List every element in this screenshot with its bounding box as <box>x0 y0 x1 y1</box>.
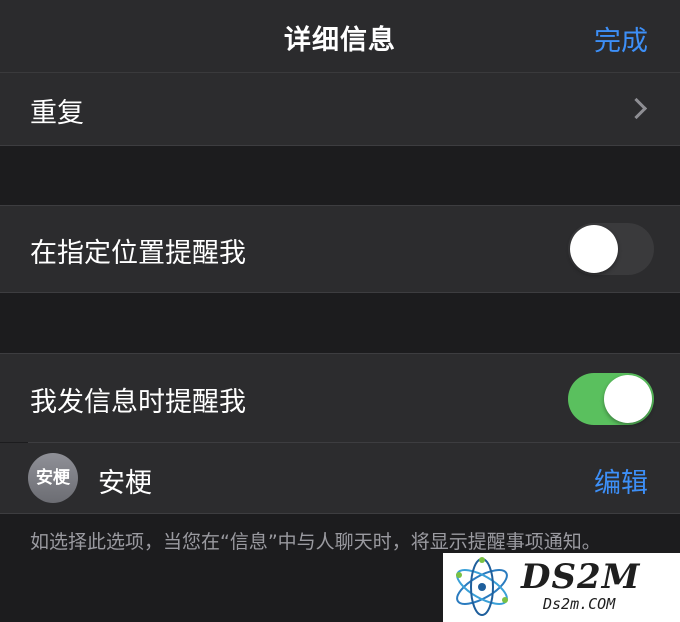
divider <box>0 145 680 146</box>
toggle-knob <box>604 375 652 423</box>
location-reminder-row: 在指定位置提醒我 <box>0 206 680 292</box>
message-reminder-label: 我发信息时提醒我 <box>30 387 246 418</box>
message-reminder-row: 我发信息时提醒我 <box>0 354 680 442</box>
done-button[interactable]: 完成 <box>594 19 648 58</box>
contact-row: 安梗 安梗 编辑 <box>0 443 680 513</box>
repeat-row[interactable]: 重复 <box>0 73 680 145</box>
toggle-knob <box>570 225 618 273</box>
message-reminder-toggle[interactable] <box>568 373 654 425</box>
watermark-domain: Ds2m.COM <box>543 595 616 613</box>
page-title: 详细信息 <box>284 25 396 56</box>
repeat-label: 重复 <box>30 98 84 129</box>
orbit-logo-icon <box>456 557 508 616</box>
edit-button[interactable]: 编辑 <box>594 461 648 500</box>
watermark-brand: DS2M <box>521 557 641 597</box>
watermark: DS2M Ds2m.COM <box>443 553 680 622</box>
contact-name: 安梗 <box>98 468 152 499</box>
navigation-bar: 详细信息 完成 <box>0 0 680 73</box>
divider <box>0 513 680 514</box>
location-reminder-label: 在指定位置提醒我 <box>30 238 246 269</box>
location-reminder-toggle[interactable] <box>568 223 654 275</box>
chevron-right-icon <box>625 97 648 120</box>
avatar: 安梗 <box>28 453 78 503</box>
divider <box>0 292 680 293</box>
